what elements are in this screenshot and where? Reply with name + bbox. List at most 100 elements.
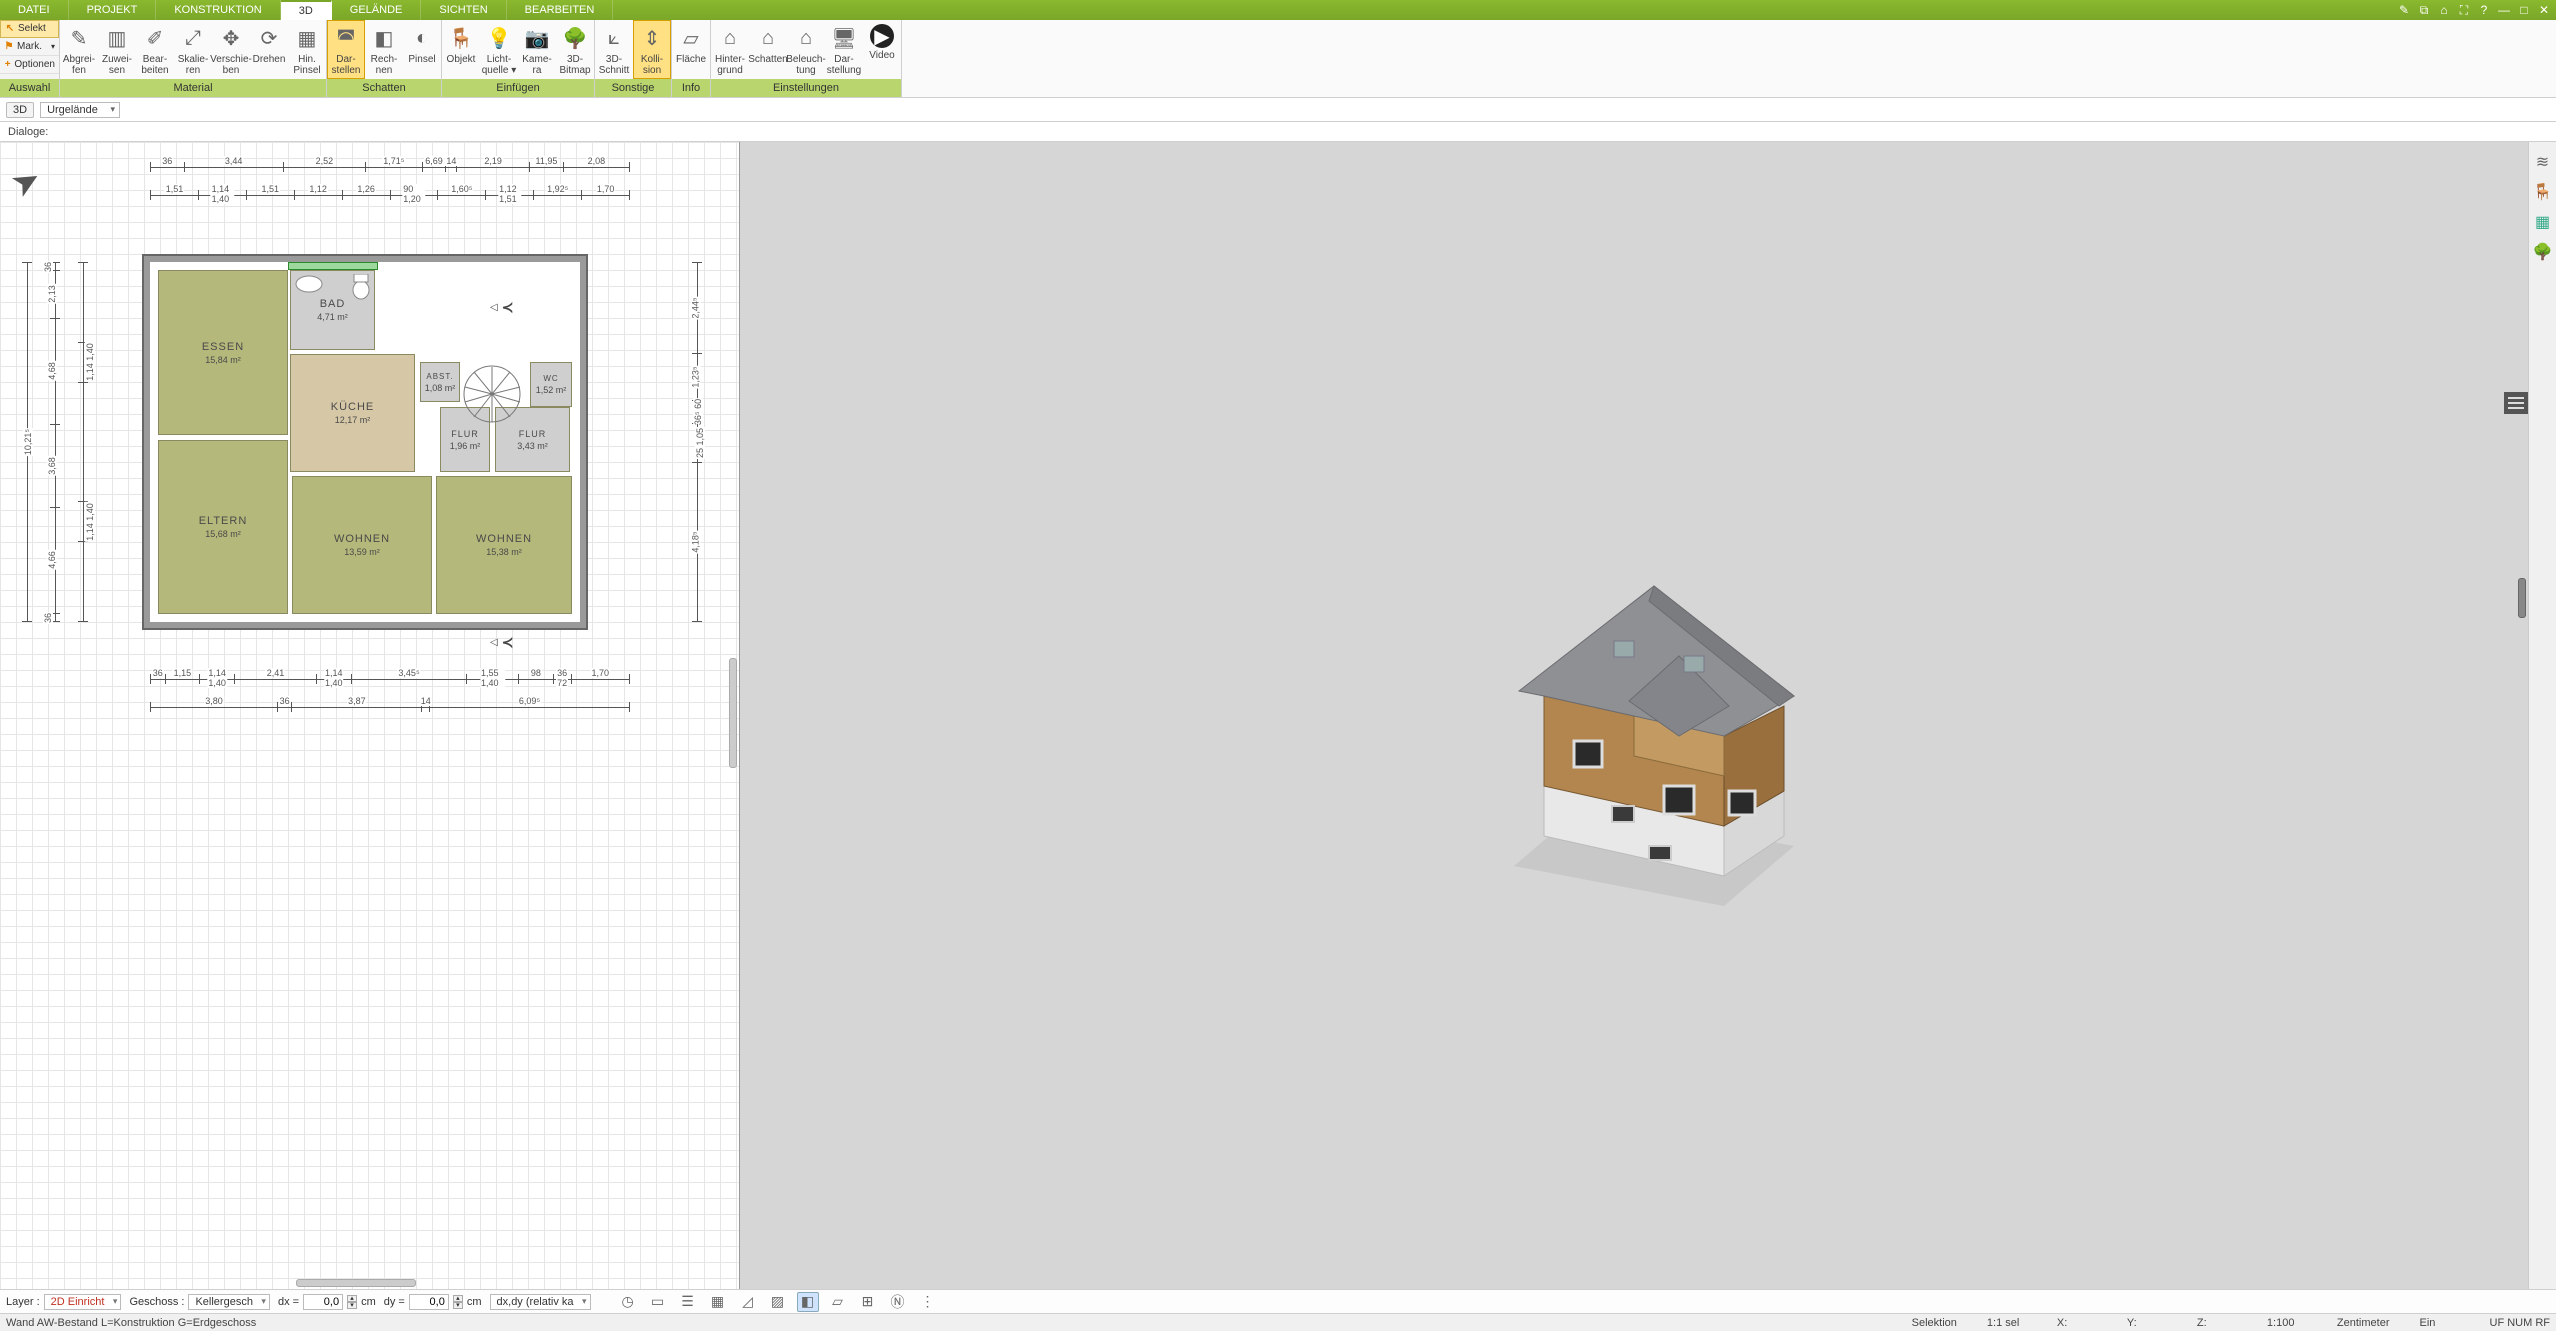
kamera-button[interactable]: 📷Kame- ra — [518, 20, 556, 79]
status-z: Z: — [2197, 1317, 2237, 1329]
lightbulb-icon: 💡 — [485, 24, 513, 52]
edit-icon: ✐ — [141, 24, 169, 52]
help-icon[interactable]: ? — [2476, 2, 2492, 18]
home-icon[interactable]: ⌂ — [2436, 2, 2452, 18]
hintergrund-button[interactable]: ⌂Hinter- grund — [711, 20, 749, 79]
3dschnitt-button[interactable]: ⟀3D- Schnitt — [595, 20, 633, 79]
close-icon[interactable]: ✕ — [2536, 2, 2552, 18]
clock-icon[interactable]: ◷ — [617, 1292, 639, 1312]
section-marker-top: ◁≺ — [490, 299, 513, 316]
menu-sichten[interactable]: SICHTEN — [421, 0, 506, 20]
house-icon: ⌂ — [716, 24, 744, 52]
schatten-settings-button[interactable]: ⌂Schatten — [749, 20, 787, 79]
pane-3d-view[interactable] — [740, 142, 2528, 1289]
beleuchtung-button[interactable]: ⌂Beleuch- tung — [787, 20, 825, 79]
grid-icon[interactable]: ⊞ — [857, 1292, 879, 1312]
abgreifen-button[interactable]: ✎Abgrei- fen — [60, 20, 98, 79]
tiles-icon[interactable]: ▦ — [707, 1292, 729, 1312]
3dbitmap-button[interactable]: 🌳3D- Bitmap — [556, 20, 594, 79]
selekt-button[interactable]: ↖Selekt — [0, 20, 59, 38]
optionen-button[interactable]: +Optionen — [0, 56, 59, 74]
workspace: ➤ 36 3,44 2,52 1,71⁵ 6,69 14 2,19 11,95 … — [0, 142, 2556, 1289]
geschoss-label: Geschoss : — [129, 1296, 184, 1308]
vertical-scrollbar-3d[interactable] — [2518, 578, 2526, 618]
zuweisen-button[interactable]: ▥Zuwei- sen — [98, 20, 136, 79]
kollision-button[interactable]: ⇕Kolli- sion — [633, 20, 671, 79]
section-marker-bottom: ◁≺ — [490, 634, 513, 651]
room-essen[interactable]: ESSEN15,84 m² — [158, 270, 288, 435]
vertical-scrollbar[interactable] — [729, 658, 737, 768]
pane-2d-floorplan[interactable]: ➤ 36 3,44 2,52 1,71⁵ 6,69 14 2,19 11,95 … — [0, 142, 740, 1289]
parallelogram-icon[interactable]: ▱ — [827, 1292, 849, 1312]
dx-input[interactable] — [303, 1294, 343, 1310]
darstellung-button[interactable]: 🖥Dar- stellung — [825, 20, 863, 79]
skalieren-button[interactable]: ⤢Skalie- ren — [174, 20, 212, 79]
menu-datei[interactable]: DATEI — [0, 0, 69, 20]
drehen-button[interactable]: ⟳Drehen — [250, 20, 288, 79]
move-icon: ✥ — [217, 24, 245, 52]
room-wc[interactable]: WC1,52 m² — [530, 362, 572, 407]
camera-icon: 📷 — [523, 24, 551, 52]
layers-tool-icon[interactable]: ≋ — [2533, 152, 2553, 172]
room-wohnen2[interactable]: WOHNEN15,38 m² — [436, 476, 572, 614]
fullscreen-icon[interactable]: ⛶ — [2456, 2, 2472, 18]
layers-icon[interactable]: ⧉ — [2416, 2, 2432, 18]
layer-select[interactable]: 2D Einricht — [44, 1294, 122, 1310]
list-icon[interactable]: ☰ — [677, 1292, 699, 1312]
room-bad[interactable]: BAD4,71 m² — [290, 270, 375, 350]
verschieben-button[interactable]: ✥Verschie- ben — [212, 20, 250, 79]
video-button[interactable]: ▶Video — [863, 20, 901, 79]
room-wohnen1[interactable]: WOHNEN13,59 m² — [292, 476, 432, 614]
room-kueche[interactable]: KÜCHE12,17 m² — [290, 354, 415, 472]
darstellen-button[interactable]: ◚Dar- stellen — [327, 20, 365, 79]
rect-icon[interactable]: ▭ — [647, 1292, 669, 1312]
menu-konstruktion[interactable]: KONSTRUKTION — [156, 0, 280, 20]
mode-chip[interactable]: 3D — [6, 102, 34, 118]
selected-wall[interactable] — [288, 262, 378, 270]
north-icon[interactable]: Ⓝ — [887, 1292, 909, 1312]
dy-unit: cm — [467, 1296, 482, 1308]
floor-plan[interactable]: ESSEN15,84 m² BAD4,71 m² ABST.1,08 m² KÜ… — [150, 262, 580, 622]
flaeche-button[interactable]: ▱Fläche — [672, 20, 710, 79]
minimize-icon[interactable]: — — [2496, 2, 2512, 18]
room-eltern[interactable]: ELTERN15,68 m² — [158, 440, 288, 614]
dy-input[interactable] — [409, 1294, 449, 1310]
coord-mode-select[interactable]: dx,dy (relativ ka — [490, 1294, 591, 1310]
dimension-chain-left-3: 1,14 1,40 1,14 1,40 — [76, 262, 90, 622]
shadow-show-icon: ◚ — [332, 24, 360, 52]
dimension-chain-bot-2: 3,80 36 3,87 14 6,09⁵ — [150, 700, 630, 714]
maximize-icon[interactable]: □ — [2516, 2, 2532, 18]
lichtquelle-button[interactable]: 💡Licht- quelle ▾ — [480, 20, 518, 79]
palette-tool-icon[interactable]: ▦ — [2533, 212, 2553, 232]
pencil-icon[interactable]: ✎ — [2396, 2, 2412, 18]
menu-gelaende[interactable]: GELÄNDE — [332, 0, 422, 20]
objekt-button[interactable]: 🪑Objekt — [442, 20, 480, 79]
angle-icon[interactable]: ◿ — [737, 1292, 759, 1312]
house-3d-model[interactable] — [1424, 506, 1844, 926]
chair-icon: 🪑 — [447, 24, 475, 52]
pinsel-button[interactable]: ◐Pinsel — [403, 20, 441, 79]
furniture-tool-icon[interactable]: 🪑 — [2533, 182, 2553, 202]
more-icon[interactable]: ⋮ — [917, 1292, 939, 1312]
status-scale: 1:100 — [2267, 1317, 2307, 1329]
side-panel-pull-tab[interactable] — [2504, 392, 2528, 414]
hatch-icon[interactable]: ▨ — [767, 1292, 789, 1312]
rechnen-button[interactable]: ◧Rech- nen — [365, 20, 403, 79]
dy-spinner[interactable]: ▴▾ — [453, 1295, 463, 1309]
geschoss-select[interactable]: Kellergesch — [188, 1294, 269, 1310]
menu-bearbeiten[interactable]: BEARBEITEN — [507, 0, 614, 20]
dx-spinner[interactable]: ▴▾ — [347, 1295, 357, 1309]
monitor-icon: 🖥 — [830, 24, 858, 52]
menu-3d[interactable]: 3D — [281, 0, 332, 20]
mark-button[interactable]: ⚑Mark.▾ — [0, 38, 59, 56]
horizontal-scrollbar[interactable] — [296, 1279, 416, 1287]
room-abst[interactable]: ABST.1,08 m² — [420, 362, 460, 402]
bearbeiten-button[interactable]: ✐Bear- beiten — [136, 20, 174, 79]
tree-tool-icon[interactable]: 🌳 — [2533, 242, 2553, 262]
hinpinsel-button[interactable]: ▦Hin. Pinsel — [288, 20, 326, 79]
half-icon[interactable]: ◧ — [797, 1292, 819, 1312]
status-selektion: Selektion — [1912, 1317, 1957, 1329]
view-select[interactable]: Urgelände — [40, 102, 120, 118]
menu-projekt[interactable]: PROJEKT — [69, 0, 157, 20]
rotate-icon: ⟳ — [255, 24, 283, 52]
